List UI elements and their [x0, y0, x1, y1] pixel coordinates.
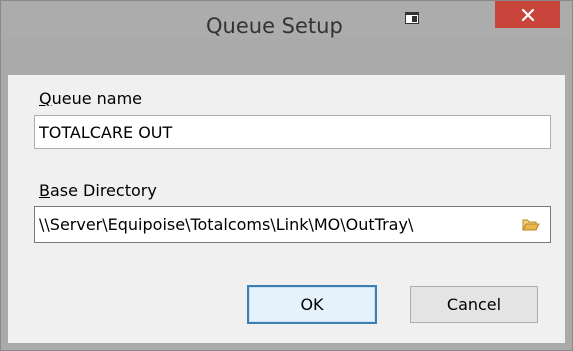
- queue-name-input[interactable]: [34, 115, 551, 149]
- base-directory-input[interactable]: [35, 207, 513, 242]
- queue-setup-dialog: Queue Setup Queue name Base Directory OK…: [0, 0, 573, 351]
- folder-open-icon: [522, 219, 540, 231]
- queue-name-label-text: ueue name: [51, 89, 143, 108]
- close-button[interactable]: [495, 1, 560, 28]
- close-icon: [521, 8, 534, 21]
- base-directory-label: Base Directory: [39, 181, 157, 201]
- queue-name-label-accelerator: Q: [39, 89, 52, 108]
- ok-button[interactable]: OK: [247, 285, 377, 324]
- browse-folder-button[interactable]: [515, 209, 547, 240]
- base-directory-label-text: ase Directory: [49, 181, 157, 200]
- title-bar[interactable]: Queue Setup: [1, 1, 572, 38]
- window-title: Queue Setup: [206, 14, 343, 38]
- base-directory-label-accelerator: B: [39, 181, 50, 200]
- window-restore-icon[interactable]: [405, 12, 419, 24]
- queue-name-label: Queue name: [39, 89, 142, 109]
- base-directory-field: [34, 206, 551, 243]
- cancel-button[interactable]: Cancel: [410, 286, 538, 323]
